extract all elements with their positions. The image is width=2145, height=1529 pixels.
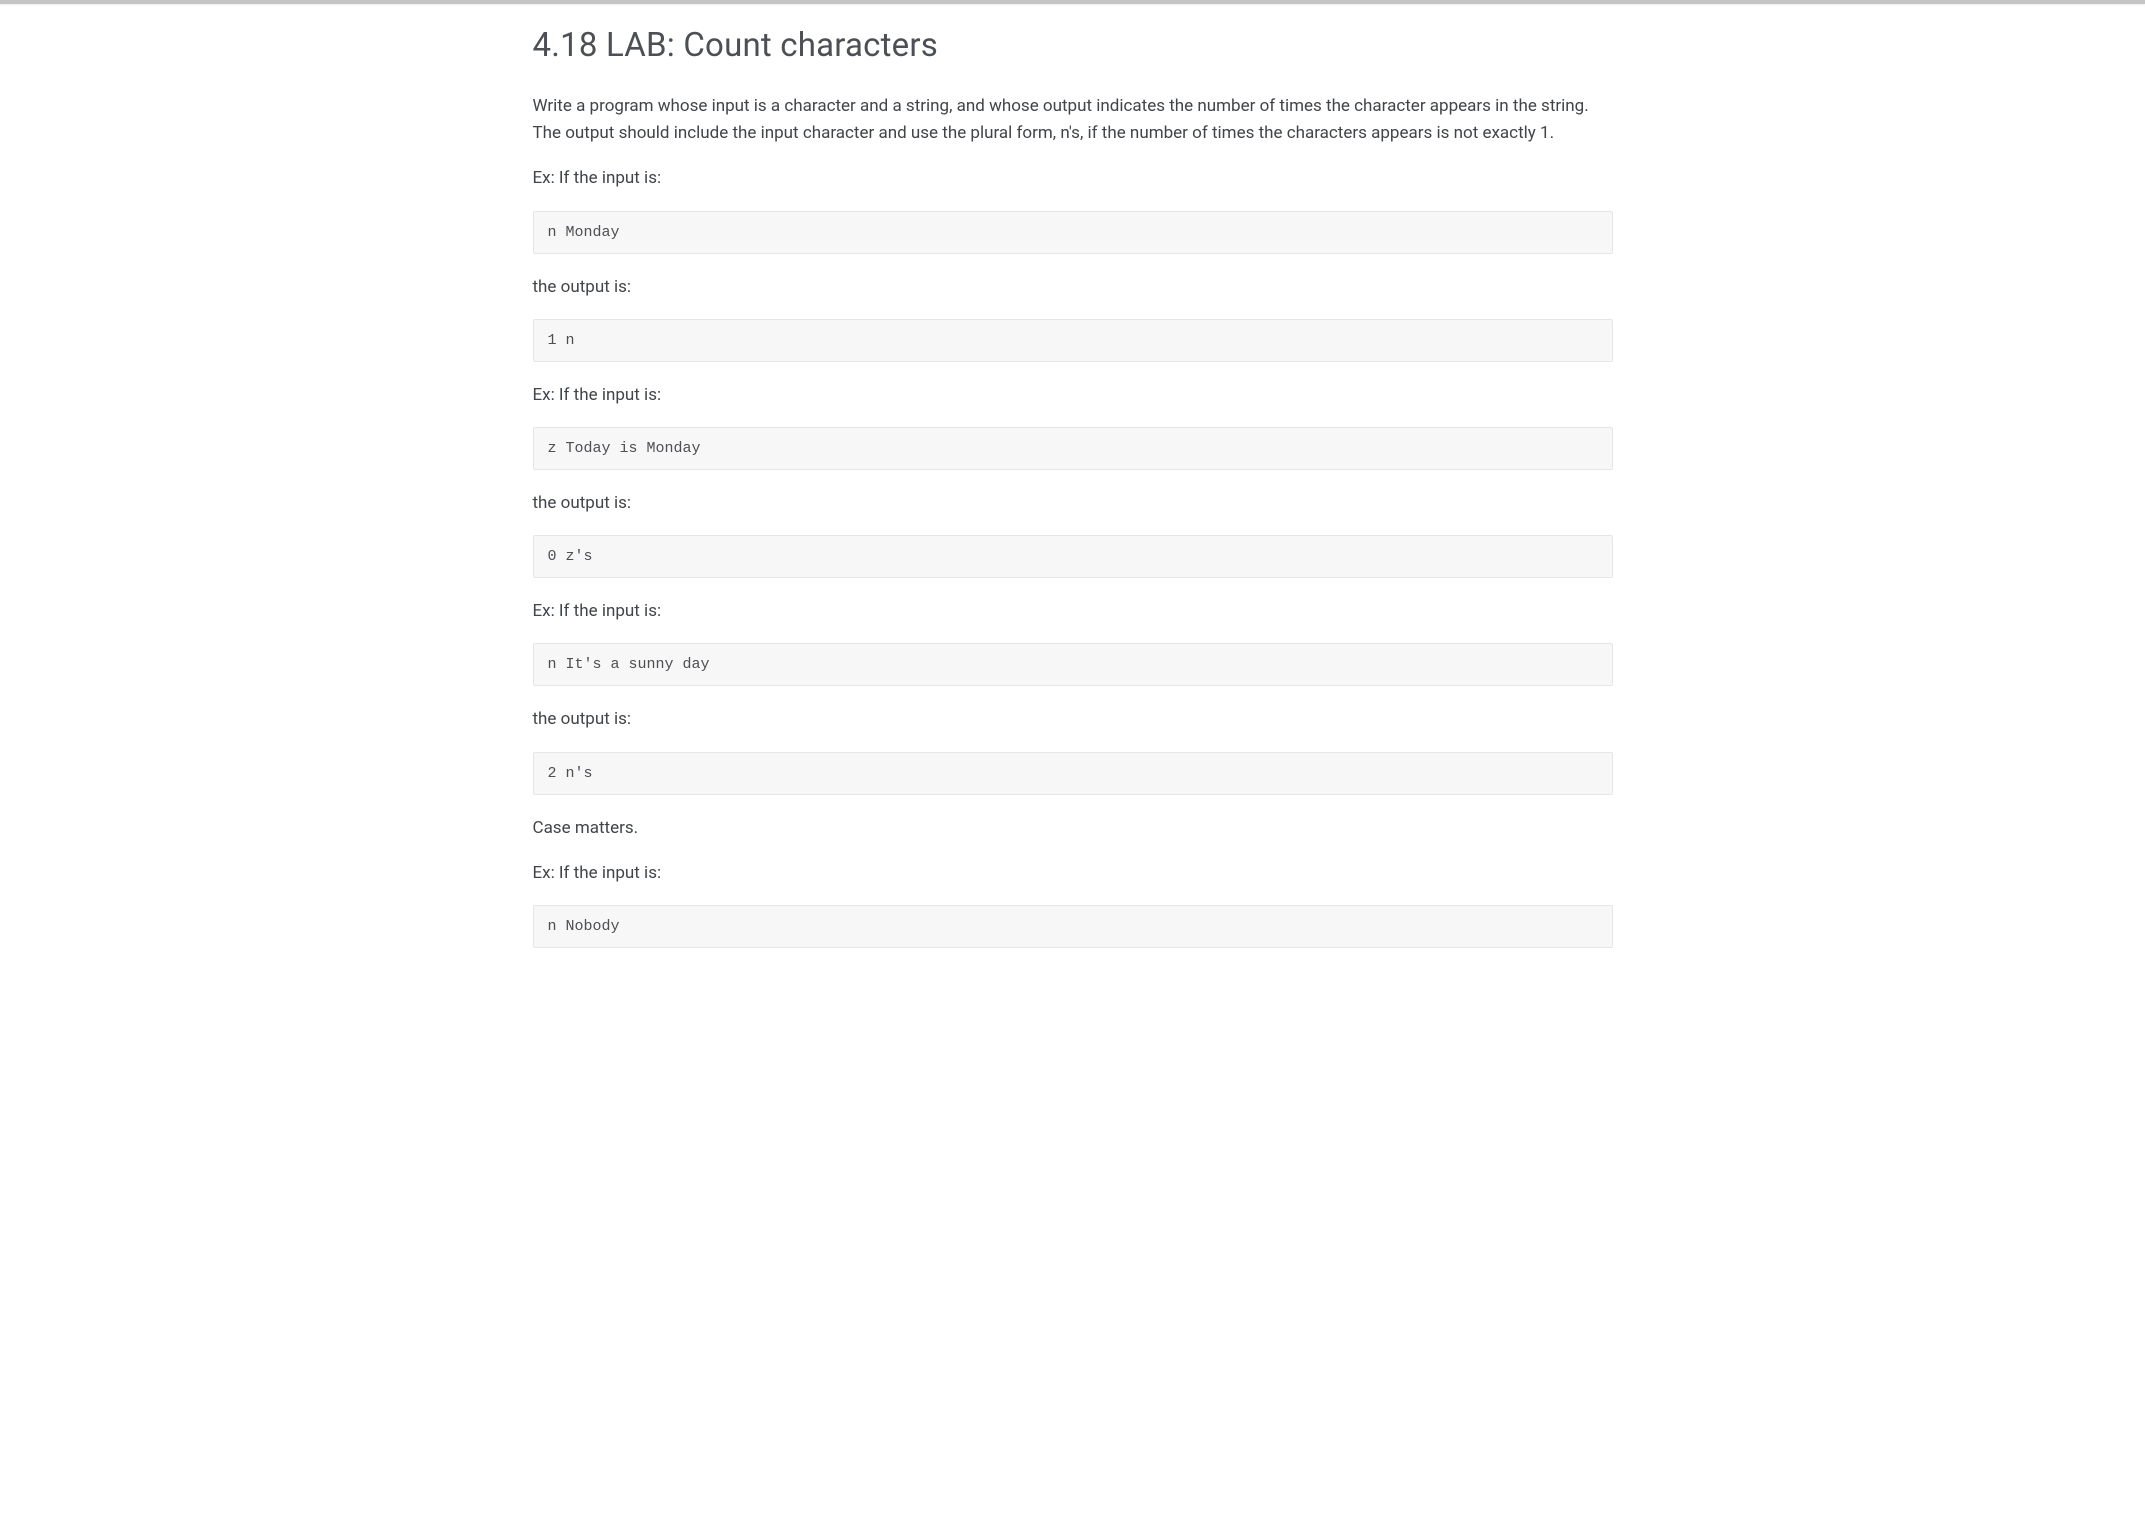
example-input-label: Ex: If the input is:	[533, 598, 1613, 625]
example-output-code: 2 n's	[533, 752, 1613, 795]
example-input-label: Ex: If the input is:	[533, 165, 1613, 192]
example-output-label: the output is:	[533, 490, 1613, 517]
example-output-code: 0 z's	[533, 535, 1613, 578]
page-title: 4.18 LAB: Count characters	[533, 26, 1613, 65]
example-input-code: n It's a sunny day	[533, 643, 1613, 686]
example-input-code: n Nobody	[533, 905, 1613, 948]
example-input-code: z Today is Monday	[533, 427, 1613, 470]
case-matters-note: Case matters.	[533, 815, 1613, 842]
intro-paragraph: Write a program whose input is a charact…	[533, 93, 1613, 147]
example-output-code: 1 n	[533, 319, 1613, 362]
example-input-label: Ex: If the input is:	[533, 382, 1613, 409]
example-output-label: the output is:	[533, 706, 1613, 733]
example-input-label: Ex: If the input is:	[533, 860, 1613, 887]
example-input-code: n Monday	[533, 211, 1613, 254]
example-output-label: the output is:	[533, 274, 1613, 301]
lab-content: 4.18 LAB: Count characters Write a progr…	[483, 4, 1663, 1008]
